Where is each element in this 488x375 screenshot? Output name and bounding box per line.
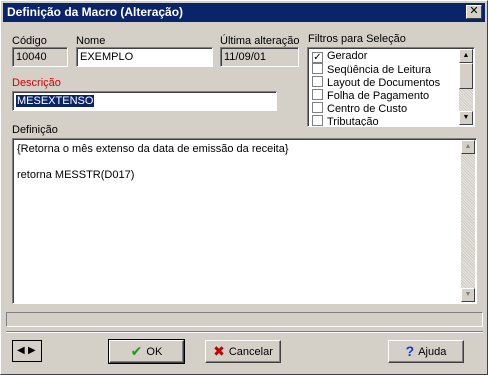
divider	[6, 331, 483, 333]
check-icon: ✔	[130, 343, 143, 359]
scroll-up-icon[interactable]: ▲	[459, 49, 473, 63]
definicao-label: Definição	[12, 124, 58, 136]
cancel-button[interactable]: ✖ Cancelar	[205, 340, 281, 363]
codigo-label: Código	[12, 35, 47, 47]
filter-item-label: Seqüência de Leitura	[327, 64, 431, 76]
nav-button[interactable]: ◀ ▶	[12, 340, 42, 362]
close-icon: ✕	[469, 5, 479, 17]
filter-item-label: Layout de Documentos	[327, 77, 441, 89]
help-button[interactable]: ? Ajuda	[388, 340, 464, 363]
help-button-label: Ajuda	[418, 346, 447, 358]
definicao-scrollbar[interactable]: ▲ ▼	[461, 140, 475, 302]
filter-item[interactable]: Layout de Documentos	[312, 76, 440, 89]
filtros-scrollbar[interactable]: ▲ ▼	[459, 49, 473, 125]
question-icon: ?	[405, 343, 415, 359]
title-bar: Definição da Macro (Alteração) ✕	[3, 3, 485, 22]
nome-label: Nome	[76, 35, 106, 47]
checkbox[interactable]	[312, 89, 323, 100]
filter-item[interactable]: Folha de Pagamento	[312, 89, 429, 102]
filter-item-label: Folha de Pagamento	[327, 90, 430, 102]
filter-item[interactable]: ✓ Gerador	[312, 50, 367, 63]
filter-item[interactable]: Centro de Custo	[312, 102, 407, 115]
ultima-alteracao-label: Última alteração	[220, 35, 300, 47]
checkbox-checked[interactable]: ✓	[312, 52, 323, 63]
scroll-thumb[interactable]	[459, 63, 473, 89]
scroll-down-icon[interactable]: ▼	[459, 111, 473, 125]
filter-item-label: Centro de Custo	[327, 103, 408, 115]
nome-input[interactable]: EXEMPLO	[76, 47, 213, 67]
codigo-field: 10040	[12, 47, 68, 67]
scroll-down-icon[interactable]: ▼	[461, 288, 475, 302]
ok-button-label: OK	[146, 346, 163, 358]
ultima-alteracao-field: 11/09/01	[220, 47, 299, 67]
x-icon: ✖	[213, 343, 225, 359]
checkbox[interactable]	[312, 63, 323, 74]
checkbox[interactable]	[312, 76, 323, 87]
status-bar	[6, 312, 483, 327]
filter-item-label: Gerador	[327, 50, 368, 62]
dialog-window: Definição da Macro (Alteração) ✕ Código …	[0, 0, 488, 375]
scroll-up-icon[interactable]: ▲	[461, 140, 475, 154]
filter-item[interactable]: Seqüência de Leitura	[312, 63, 431, 76]
arrow-left-icon: ◀	[17, 345, 25, 356]
window-title: Definição da Macro (Alteração)	[7, 5, 184, 19]
filter-item-label: Tributação	[327, 116, 379, 127]
arrow-right-icon: ▶	[28, 345, 36, 356]
code-line: retorna MESSTR(D017)	[17, 169, 135, 181]
filtros-listbox[interactable]: ✓ Gerador Seqüência de Leitura Layout de …	[307, 47, 475, 127]
filtros-label: Filtros para Seleção	[308, 33, 406, 45]
code-line: {Retorna o mês extenso da data de emissã…	[17, 143, 289, 155]
close-button[interactable]: ✕	[466, 5, 482, 19]
descricao-value: MESEXTENSO	[16, 95, 95, 107]
cancel-button-label: Cancelar	[228, 346, 273, 358]
descricao-label: Descrição	[12, 77, 61, 89]
definicao-textarea[interactable]: {Retorna o mês extenso da data de emissã…	[12, 138, 477, 304]
filter-item[interactable]: Tributação	[312, 115, 379, 127]
checkbox[interactable]	[312, 102, 323, 113]
checkbox[interactable]	[312, 115, 323, 126]
descricao-input[interactable]: MESEXTENSO	[12, 91, 277, 111]
ok-button[interactable]: ✔ OK	[108, 339, 185, 364]
